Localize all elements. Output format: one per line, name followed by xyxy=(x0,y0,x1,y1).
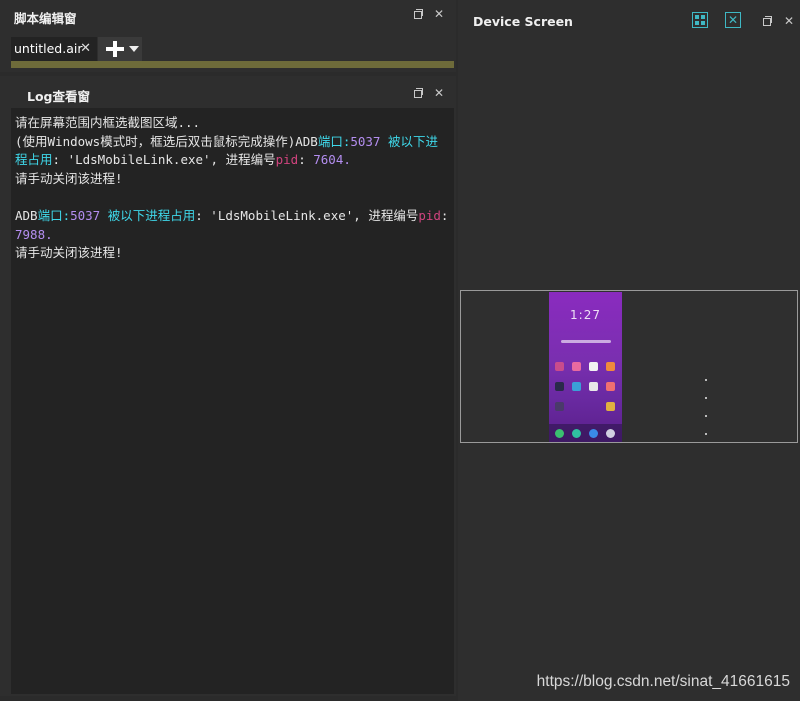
log-segment: pid xyxy=(275,152,299,168)
log-segment: : xyxy=(298,152,314,168)
restore-icon[interactable] xyxy=(760,15,772,27)
log-line: (使用Windows模式时，框选后双击鼠标完成操作)ADB端口:5037 被以下… xyxy=(15,133,450,170)
log-line: ADB端口:5037 被以下进程占用: 'LdsMobileLink.exe',… xyxy=(15,207,450,244)
script-editor-title: 脚本编辑窗 xyxy=(14,11,77,26)
phone-dock xyxy=(549,424,622,442)
app-icon xyxy=(555,362,564,371)
device-screen-pane: Device Screen ✕ ✕ 1:27 xyxy=(458,0,800,701)
restore-icon[interactable] xyxy=(411,8,423,20)
log-line: 请手动关闭该进程! xyxy=(15,245,123,261)
app-icon xyxy=(589,362,598,371)
close-icon[interactable]: ✕ xyxy=(433,87,445,99)
log-segment: : xyxy=(440,207,456,223)
restore-icon[interactable] xyxy=(411,87,423,99)
app-icon xyxy=(606,382,615,391)
app-icon xyxy=(555,402,564,411)
tab-untitled[interactable]: untitled.air ✕ xyxy=(11,37,97,61)
tab-close-icon[interactable]: ✕ xyxy=(80,37,91,61)
scroll-dot xyxy=(705,397,707,399)
close-icon[interactable]: ✕ xyxy=(433,8,445,20)
phone-app-icon xyxy=(555,429,564,438)
app-icon xyxy=(606,402,615,411)
add-tab-button[interactable] xyxy=(98,37,142,61)
phone-clock: 1:27 xyxy=(570,308,601,322)
grid-icon[interactable] xyxy=(692,12,708,28)
close-icon[interactable]: ✕ xyxy=(783,15,795,27)
script-editor-titlebar: 脚本编辑窗 ✕ xyxy=(0,0,456,30)
log-segment: 7988. xyxy=(15,226,53,242)
dropdown-arrow-icon[interactable] xyxy=(129,46,139,52)
device-title: Device Screen xyxy=(473,14,573,29)
log-segment: : 'LdsMobileLink.exe', 进程编号 xyxy=(52,152,276,168)
tools-icon[interactable]: ✕ xyxy=(725,12,741,28)
log-segment: pid xyxy=(418,207,441,223)
browser-app-icon xyxy=(589,429,598,438)
log-pane: Log查看窗 ✕ 请在屏幕范围内框选截图区域... (使用Windows模式时，框… xyxy=(0,76,456,696)
log-segment: 5037 xyxy=(70,207,101,223)
app-icon xyxy=(572,382,581,391)
log-segment: ADB xyxy=(15,207,38,223)
log-segment: (使用Windows模式时，框选后双击鼠标完成操作)ADB xyxy=(15,133,318,149)
device-titlebar: Device Screen ✕ ✕ xyxy=(458,0,800,30)
phone-search-bar xyxy=(561,340,611,343)
log-title: Log查看窗 xyxy=(27,89,91,104)
scroll-dot xyxy=(705,379,707,381)
camera-app-icon xyxy=(606,429,615,438)
log-segment: 7604. xyxy=(313,152,351,168)
log-segment: 5037 xyxy=(350,133,381,149)
watermark: https://blog.csdn.net/sinat_41661615 xyxy=(536,673,790,690)
plus-icon xyxy=(104,39,126,59)
log-line: 请在屏幕范围内框选截图区域... xyxy=(15,115,201,130)
log-segment: 端口: xyxy=(37,207,71,223)
app-icon xyxy=(606,362,615,371)
scroll-dot xyxy=(705,415,707,417)
app-icon xyxy=(555,382,564,391)
log-segment: 端口: xyxy=(317,133,351,149)
messages-app-icon xyxy=(572,429,581,438)
phone-screenshot[interactable]: 1:27 xyxy=(549,292,622,442)
log-titlebar: Log查看窗 ✕ xyxy=(0,76,456,106)
device-screen-frame[interactable]: 1:27 xyxy=(460,290,798,443)
log-output[interactable]: 请在屏幕范围内框选截图区域... (使用Windows模式时，框选后双击鼠标完成操… xyxy=(11,108,454,694)
log-segment: : 'LdsMobileLink.exe', 进程编号 xyxy=(195,207,419,223)
script-editor-pane: 脚本编辑窗 ✕ untitled.air ✕ xyxy=(0,0,456,72)
app-icon xyxy=(589,382,598,391)
log-segment: 被以下进程占用 xyxy=(100,207,196,223)
tab-label: untitled.air xyxy=(14,41,83,56)
app-icon xyxy=(572,362,581,371)
log-line: 请手动关闭该进程! xyxy=(15,170,123,186)
scroll-dot xyxy=(705,433,707,435)
script-editor-area[interactable] xyxy=(11,61,454,68)
